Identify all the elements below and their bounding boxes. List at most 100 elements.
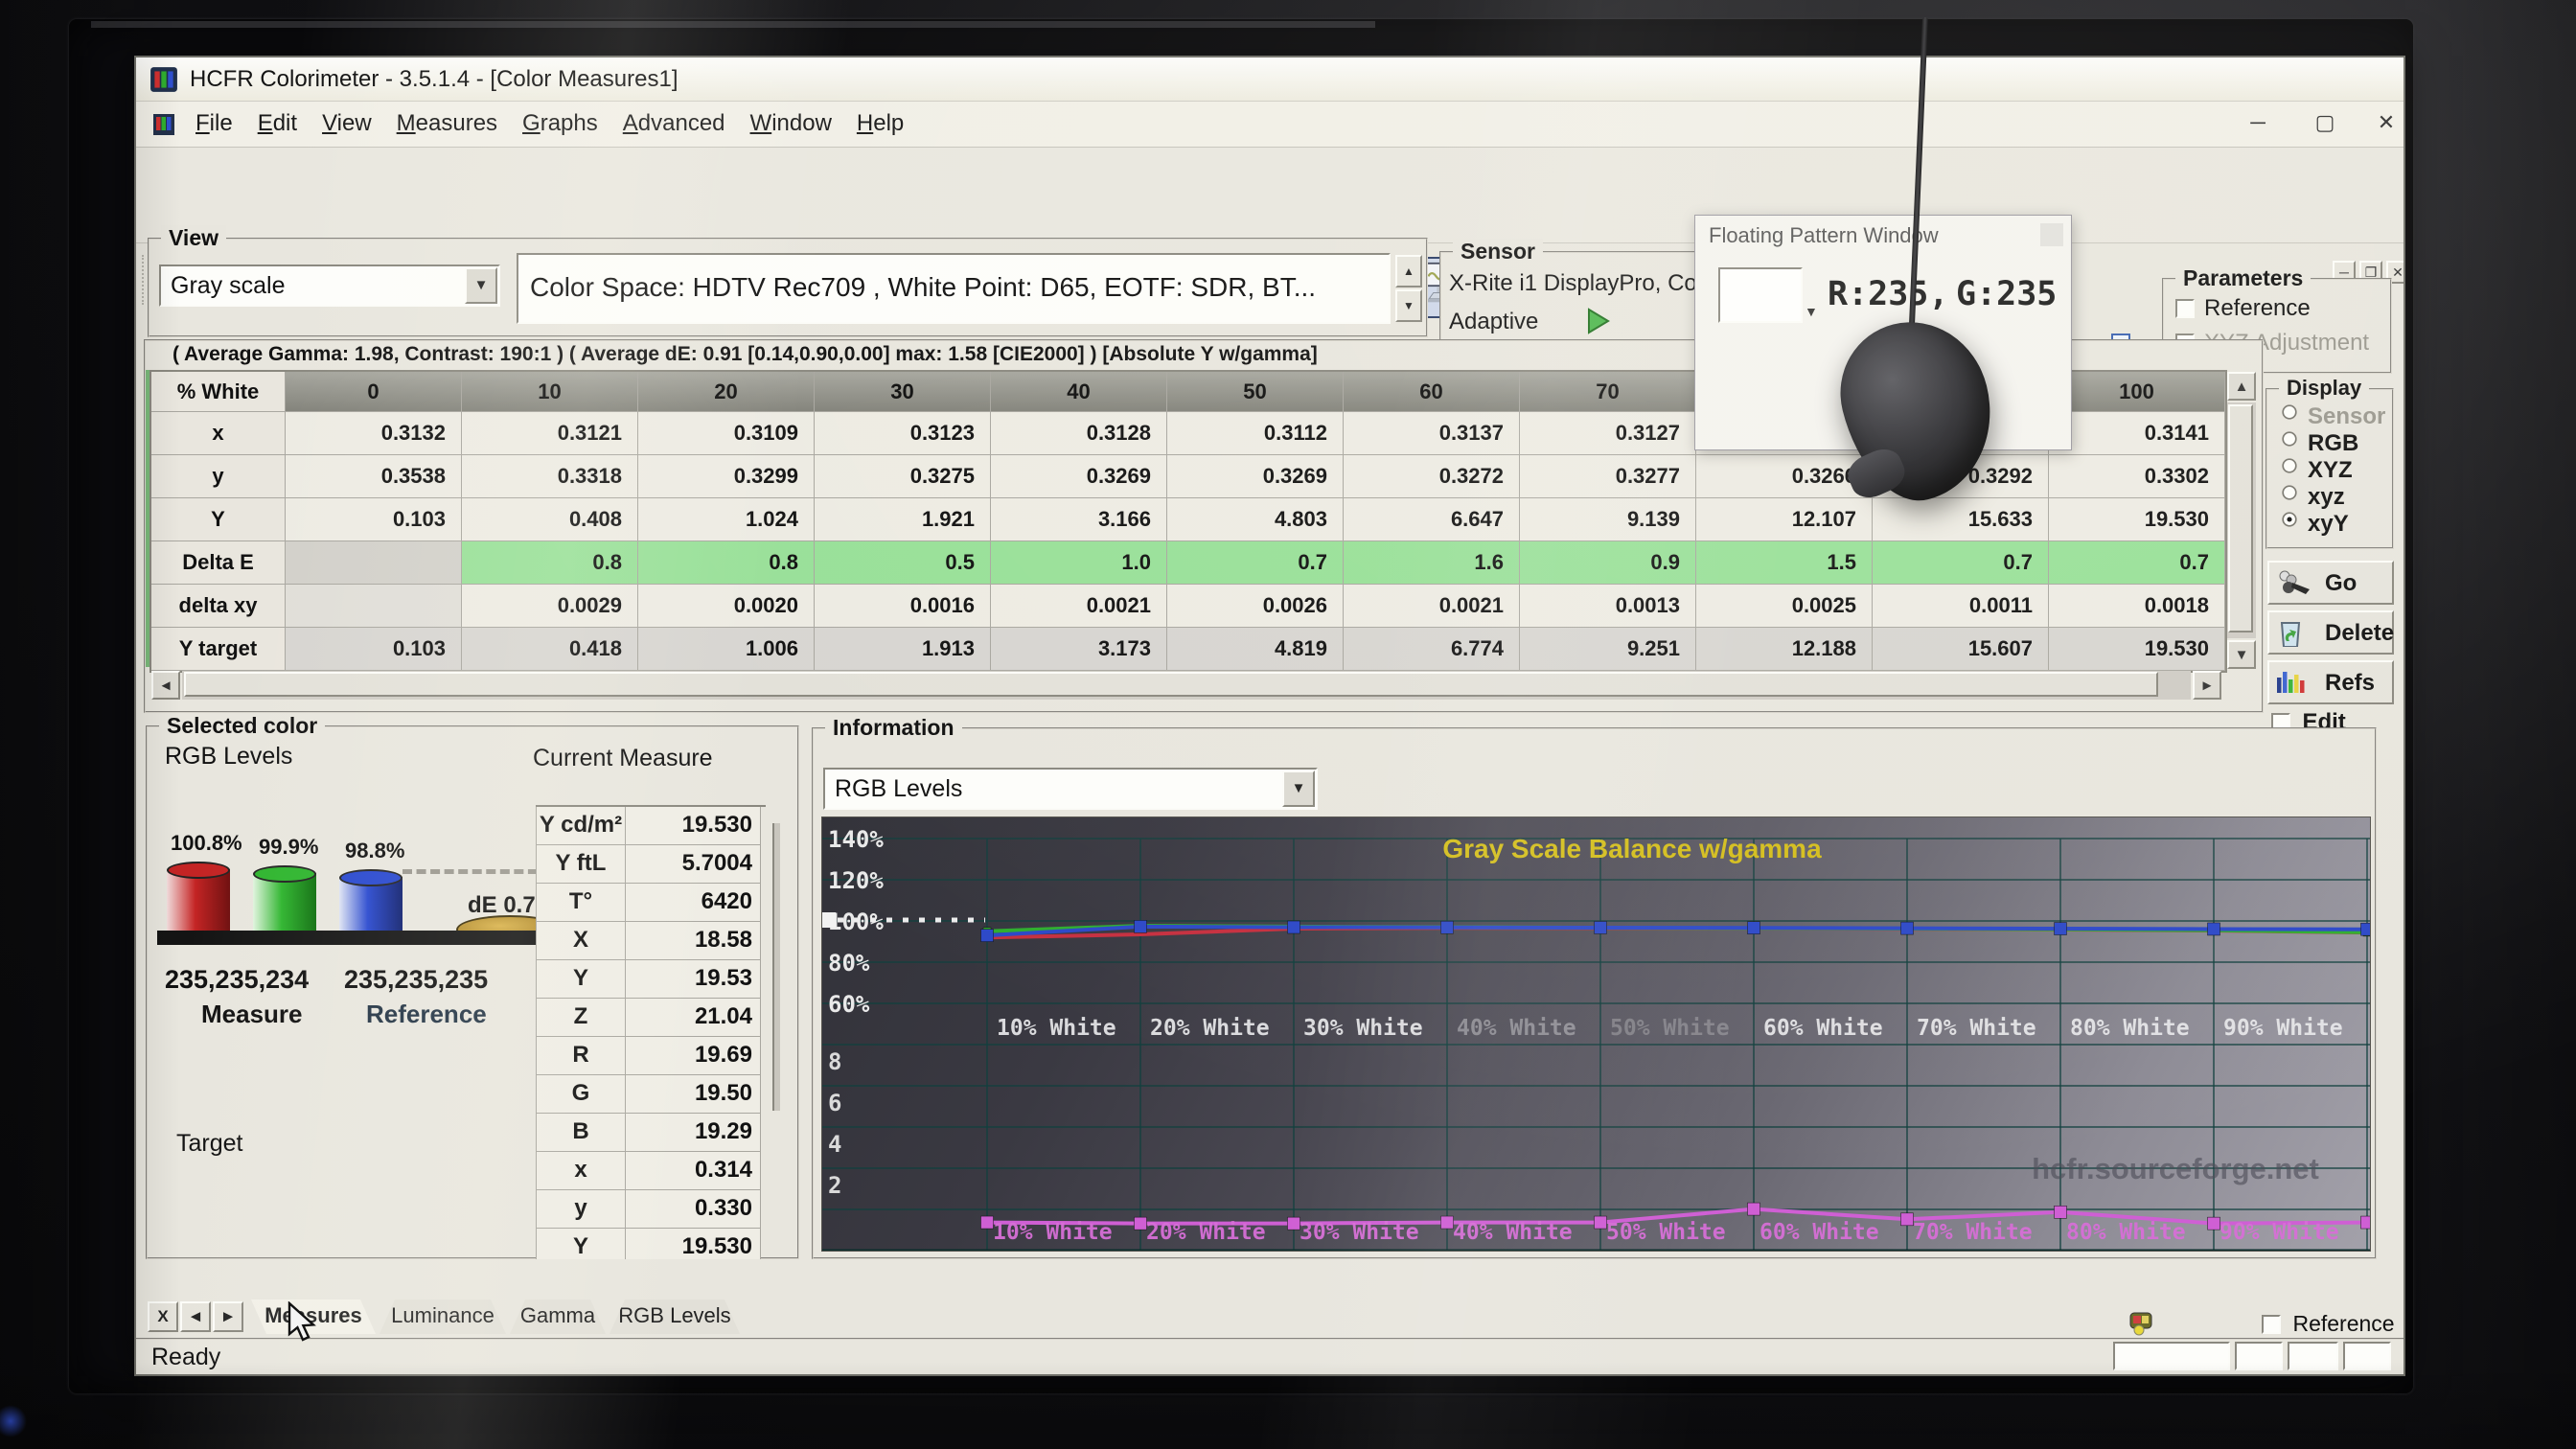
chevron-down-icon[interactable]: ▼ [1282,770,1315,807]
table-cell[interactable]: 0.0018 [2049,585,2225,628]
column-header-10[interactable]: 10 [462,372,638,412]
title-bar[interactable]: HCFR Colorimeter - 3.5.1.4 - [Color Meas… [136,58,2404,102]
table-cell[interactable]: 0.3302 [2049,455,2225,498]
table-cell[interactable]: 0.3269 [991,455,1167,498]
radio-icon[interactable] [2282,512,2296,526]
view-type-dropdown[interactable]: Gray scale ▼ [159,264,500,307]
current-measure-scrollbar[interactable] [772,823,780,1111]
table-cell[interactable]: 1.6 [1344,541,1520,585]
table-cell[interactable]: 1.0 [991,541,1167,585]
table-cell[interactable]: 0.0013 [1520,585,1696,628]
parameter-option-reference[interactable]: Reference [2175,295,2311,322]
table-cell[interactable]: 0.7 [1873,541,2049,585]
table-cell[interactable]: 0.3127 [1520,412,1696,455]
refs-button[interactable]: Refs [2267,660,2394,704]
table-cell[interactable]: 0.0016 [815,585,991,628]
spinner-down-icon[interactable]: ▼ [1395,289,1422,322]
table-cell[interactable]: 0.3299 [638,455,815,498]
table-cell[interactable]: 1.024 [638,498,815,541]
table-cell[interactable]: 15.607 [1873,628,2049,671]
table-cell[interactable]: 0.3272 [1344,455,1520,498]
table-cell[interactable]: 0.8 [638,541,815,585]
radio-icon[interactable] [2282,431,2296,446]
table-cell[interactable]: 15.633 [1873,498,2049,541]
table-cell[interactable]: 12.107 [1696,498,1873,541]
table-cell[interactable]: 19.530 [2049,628,2225,671]
table-cell[interactable]: 0.0026 [1167,585,1344,628]
menu-item-edit[interactable]: Edit [258,102,297,137]
table-cell[interactable]: 0.7 [2049,541,2225,585]
table-cell[interactable]: 0.0021 [991,585,1167,628]
menu-item-measures[interactable]: Measures [397,102,497,137]
chevron-down-icon[interactable]: ▼ [465,267,497,304]
tab-gamma[interactable]: Gamma [510,1300,606,1334]
table-cell[interactable]: 0.3132 [286,412,462,455]
display-option-RGB[interactable]: RGB [2281,430,2358,455]
minimize-button[interactable]: ─ [2241,105,2275,140]
table-cell[interactable]: 0.3128 [991,412,1167,455]
table-cell[interactable]: 1.913 [815,628,991,671]
tab-rgb-levels[interactable]: RGB Levels [610,1300,740,1334]
table-cell[interactable]: 0.3112 [1167,412,1344,455]
column-header-20[interactable]: 20 [638,372,815,412]
table-cell[interactable]: 6.774 [1344,628,1520,671]
table-cell[interactable]: 0.3123 [815,412,991,455]
menu-item-graphs[interactable]: Graphs [522,102,598,137]
radio-icon[interactable] [2282,485,2296,499]
radio-icon[interactable] [2282,404,2296,419]
table-cell[interactable]: 0.103 [286,628,462,671]
table-cell[interactable]: 4.803 [1167,498,1344,541]
table-cell[interactable]: 0.0025 [1696,585,1873,628]
checkbox-icon[interactable] [2175,299,2195,318]
table-cell[interactable] [286,585,462,628]
graph-type-dropdown[interactable]: RGB Levels ▼ [823,768,1318,810]
column-header-60[interactable]: 60 [1344,372,1520,412]
pattern-color-swatch[interactable] [1718,267,1803,323]
table-cell[interactable]: 0.3269 [1167,455,1344,498]
reference-checkbox-box[interactable] [2262,1315,2281,1334]
menu-item-advanced[interactable]: Advanced [623,102,725,137]
table-cell[interactable]: 0.3141 [2049,412,2225,455]
table-cell[interactable]: 0.9 [1520,541,1696,585]
tab-luminance[interactable]: Luminance [380,1300,506,1334]
menu-item-file[interactable]: File [196,102,233,137]
table-cell[interactable]: 6.647 [1344,498,1520,541]
table-cell[interactable]: 0.5 [815,541,991,585]
tabs-close-button[interactable]: X [148,1301,178,1332]
table-cell[interactable]: 0.0021 [1344,585,1520,628]
table-cell[interactable]: 12.188 [1696,628,1873,671]
table-cell[interactable]: 0.3277 [1520,455,1696,498]
menu-item-window[interactable]: Window [750,102,832,137]
close-button[interactable]: ✕ [2369,105,2404,140]
table-cell[interactable]: 4.819 [1167,628,1344,671]
scroll-down-icon[interactable]: ▼ [2227,640,2256,669]
table-cell[interactable]: 0.3137 [1344,412,1520,455]
horizontal-scrollbar[interactable] [182,671,2191,700]
chevron-down-icon[interactable]: ▼ [1805,304,1818,319]
reference-checkbox[interactable]: Reference [2262,1311,2395,1337]
table-cell[interactable]: 9.251 [1520,628,1696,671]
go-button[interactable]: Go [2267,561,2394,605]
table-cell[interactable]: 0.3318 [462,455,638,498]
table-cell[interactable]: 0.3121 [462,412,638,455]
column-header-40[interactable]: 40 [991,372,1167,412]
table-cell[interactable]: 19.530 [2049,498,2225,541]
radio-icon[interactable] [2282,458,2296,472]
delete-button[interactable]: Delete [2267,610,2394,655]
scroll-up-icon[interactable]: ▲ [2227,372,2256,401]
table-cell[interactable]: 1.5 [1696,541,1873,585]
table-cell[interactable]: 0.7 [1167,541,1344,585]
table-cell[interactable]: 9.139 [1520,498,1696,541]
table-cell[interactable]: 3.166 [991,498,1167,541]
table-cell[interactable]: 0.3538 [286,455,462,498]
table-cell[interactable]: 0.8 [462,541,638,585]
display-option-xyY[interactable]: xyY [2281,511,2349,536]
menu-item-view[interactable]: View [322,102,372,137]
scroll-right-icon[interactable]: ► [2193,671,2221,700]
table-cell[interactable]: 0.418 [462,628,638,671]
display-option-XYZ[interactable]: XYZ [2281,457,2353,482]
table-cell[interactable]: 0.3275 [815,455,991,498]
spinner-up-icon[interactable]: ▲ [1395,255,1422,288]
table-cell[interactable]: 0.408 [462,498,638,541]
table-cell[interactable]: 3.173 [991,628,1167,671]
